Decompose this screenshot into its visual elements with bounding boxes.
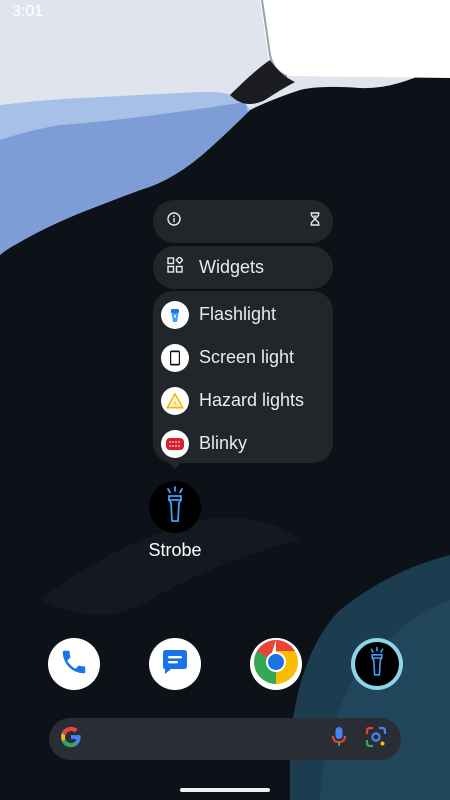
strobe-app-icon[interactable] [149,481,201,533]
shortcut-flashlight[interactable]: Flashlight [153,293,333,336]
phone-icon [59,647,89,682]
info-icon[interactable] [167,212,181,231]
strobe-flashlight-icon [365,645,389,684]
mic-icon[interactable] [331,726,347,753]
shortcut-label: Blinky [199,433,248,453]
status-icons [387,1,434,22]
flashlight-icon [161,300,189,329]
strobe-icon-inner [355,642,399,686]
shortcut-label: Screen light [199,347,295,367]
led-icon [161,429,189,458]
messages-icon [158,645,192,684]
google-g-icon[interactable] [60,726,82,753]
dock-messages[interactable] [149,638,201,690]
widgets-label: Widgets [199,257,265,277]
dock-chrome[interactable] [250,638,302,690]
context-menu-header [153,200,333,243]
shortcut-label: Hazard lights [199,390,305,410]
status-bar: 3:01 [0,0,450,24]
shortcut-screen-light[interactable]: Screen light [153,336,333,379]
search-actions [331,726,387,753]
menu-pointer [168,462,182,469]
phone-screen-icon [161,343,189,372]
strobe-flashlight-icon [160,485,190,530]
search-bar[interactable] [49,718,401,760]
signal-icon [406,1,421,22]
widgets-icon [167,255,184,278]
wifi-icon [387,3,403,22]
dock-phone[interactable] [48,638,100,690]
lens-icon[interactable] [365,726,387,753]
shortcut-label: Flashlight [199,304,277,324]
dock-strobe[interactable] [351,638,403,690]
shortcut-blinky[interactable]: Blinky [153,422,333,465]
battery-icon [425,2,434,22]
widgets-button[interactable]: Widgets [153,246,333,289]
shortcuts-menu: Flashlight Screen light Hazard lights Bl… [153,291,333,463]
shortcut-hazard-lights[interactable]: Hazard lights [153,379,333,422]
app-label: Strobe [148,540,202,560]
status-time: 3:01 [12,3,44,20]
hazard-icon [161,386,189,415]
chrome-icon [250,638,302,690]
gesture-nav-handle[interactable] [180,788,270,792]
hourglass-icon[interactable] [309,212,321,231]
